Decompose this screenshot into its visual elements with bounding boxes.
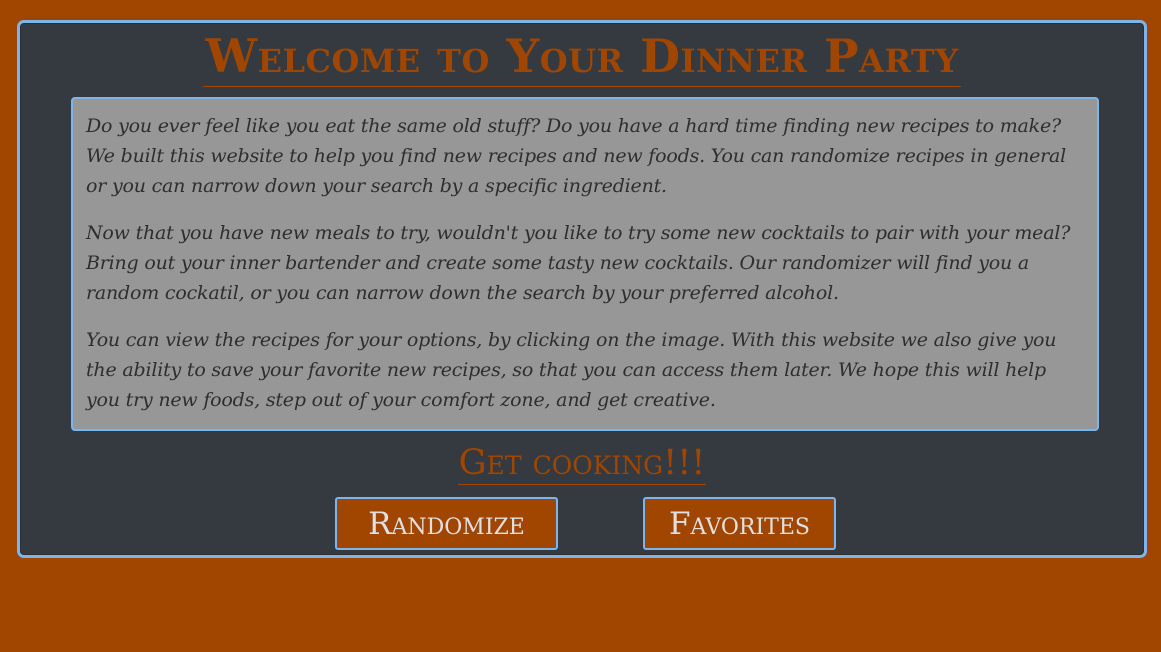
intro-paragraph-2: Now that you have new meals to try, woul… [86, 222, 1071, 304]
subtitle-wrapper: Get cooking!!! [20, 443, 1144, 485]
get-cooking-heading: Get cooking!!! [457, 443, 707, 485]
intro-paragraph-3: You can view the recipes for your option… [86, 329, 1057, 411]
randomize-button[interactable]: Randomize [335, 497, 558, 550]
intro-paragraph-1: Do you ever feel like you eat the same o… [86, 115, 1067, 197]
favorites-button[interactable]: Favorites [643, 497, 836, 550]
intro-box: Do you ever feel like you eat the same o… [71, 97, 1099, 431]
page-title: Welcome to Your Dinner Party [203, 29, 961, 87]
main-panel: Welcome to Your Dinner Party Do you ever… [17, 20, 1147, 558]
page-title-wrapper: Welcome to Your Dinner Party [20, 29, 1144, 87]
